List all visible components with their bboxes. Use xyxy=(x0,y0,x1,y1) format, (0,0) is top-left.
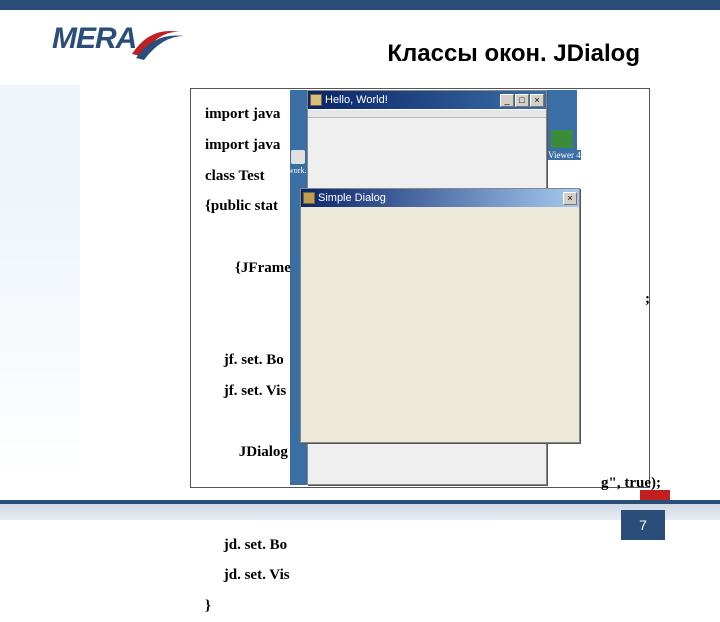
page-number-box: 7 xyxy=(621,510,665,540)
code-line: } xyxy=(205,591,635,622)
java-cup-icon xyxy=(303,192,315,204)
hello-window-titlebar[interactable]: Hello, World! _ □ × xyxy=(308,91,546,109)
maximize-button[interactable]: □ xyxy=(515,94,529,107)
brand-logo: MERA xyxy=(52,22,192,70)
decorative-sidebar xyxy=(0,85,80,485)
desktop-icon-left xyxy=(291,150,305,164)
dialog-titlebar[interactable]: Simple Dialog × xyxy=(301,189,579,207)
desktop-label-right: Viewer 4 xyxy=(548,150,581,160)
code-line: jd. set. Vis xyxy=(205,560,635,591)
dialog-body xyxy=(301,207,579,442)
footer-subbar xyxy=(0,504,720,520)
hello-window-toolbar xyxy=(308,110,546,118)
close-button[interactable]: × xyxy=(563,192,577,205)
logo-swoosh-icon xyxy=(130,24,190,64)
desktop-label-left: work. xyxy=(288,166,306,175)
java-cup-icon xyxy=(310,94,322,106)
minimize-button[interactable]: _ xyxy=(500,94,514,107)
footer-red-accent xyxy=(640,490,670,500)
logo-text: MERA xyxy=(52,22,136,55)
slide-title: Классы окон. JDialog xyxy=(387,40,640,68)
hello-window-title: Hello, World! xyxy=(325,94,388,106)
simple-dialog-window: Simple Dialog × xyxy=(300,188,580,443)
dialog-title: Simple Dialog xyxy=(318,192,386,204)
top-accent-bar xyxy=(0,0,720,10)
code-line: jd. set. Bo xyxy=(205,530,635,561)
desktop-icon-right xyxy=(551,130,573,148)
close-button[interactable]: × xyxy=(530,94,544,107)
page-number: 7 xyxy=(639,517,647,533)
